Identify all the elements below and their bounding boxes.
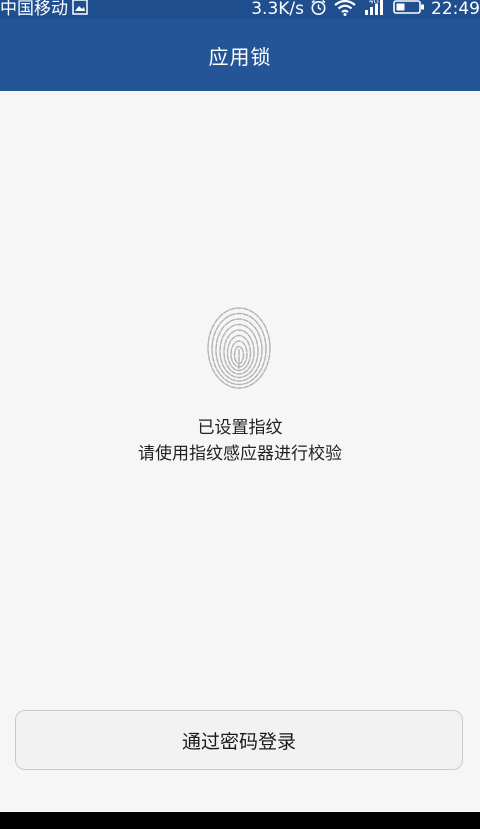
battery-icon — [393, 0, 425, 20]
carrier-name: 中国移动 — [0, 0, 68, 19]
image-icon — [72, 0, 88, 20]
password-login-button[interactable]: 通过密码登录 — [15, 710, 463, 770]
network-speed: 3.3K/s — [251, 0, 304, 19]
fingerprint-set-message: 已设置指纹 — [197, 418, 283, 438]
signal-icon: 4G — [363, 0, 387, 21]
app-bar: 应用锁 — [0, 19, 480, 91]
navigation-bar — [0, 812, 480, 829]
page-title: 应用锁 — [208, 44, 272, 69]
status-bar-left: 中国移动 — [0, 0, 88, 19]
fingerprint-instruction: 请使用指纹感应器进行校验 — [138, 444, 342, 464]
wifi-icon — [333, 0, 357, 21]
alarm-icon — [310, 0, 327, 21]
status-bar: 中国移动 3.3K/s 4G 22:49 — [0, 0, 480, 19]
clock-time: 22:49 — [431, 0, 480, 19]
status-bar-right: 3.3K/s 4G 22:49 — [251, 0, 480, 19]
fingerprint-icon — [207, 307, 271, 389]
main-content: 已设置指纹 请使用指纹感应器进行校验 通过密码登录 — [0, 91, 480, 812]
